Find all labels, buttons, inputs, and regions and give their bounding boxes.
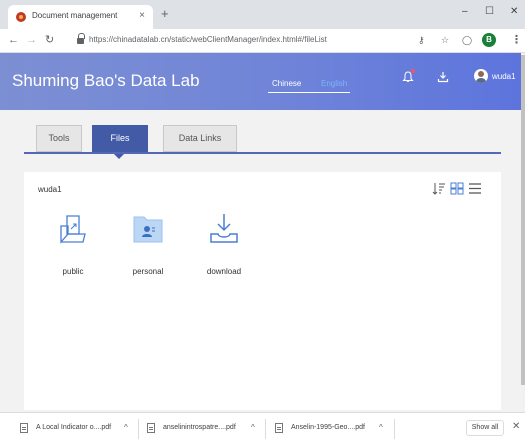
browser-tabstrip: Document management × + – ☐ ✕: [0, 0, 525, 29]
download-filename: Anselin-1995-Geo....pdf: [291, 424, 365, 431]
chevron-up-icon[interactable]: ^: [124, 423, 128, 432]
username[interactable]: wuda1: [492, 72, 516, 81]
share-folder-icon: [60, 215, 86, 244]
file-label: public: [62, 267, 84, 276]
pdf-file-icon: [147, 423, 155, 433]
divider: [265, 419, 266, 439]
forward-arrow-icon[interactable]: →: [26, 34, 37, 46]
divider: [394, 419, 395, 439]
download-filename: anselinintrospatre....pdf: [163, 424, 236, 431]
browser-toolbar: ← → ↻ https://chinadatalab.cn/static/web…: [0, 29, 525, 53]
circle-icon[interactable]: ◯: [462, 34, 472, 46]
sort-icon[interactable]: [432, 182, 446, 195]
key-icon[interactable]: ⚷: [418, 34, 425, 46]
site-title: Shuming Bao's Data Lab: [12, 71, 200, 90]
back-arrow-icon[interactable]: ←: [8, 34, 19, 46]
download-item[interactable]: A Local Indicator o....pdf ^: [20, 421, 135, 438]
file-item-public[interactable]: public: [43, 212, 103, 282]
browser-tab[interactable]: Document management ×: [8, 5, 153, 29]
pdf-file-icon: [275, 423, 283, 433]
file-item-personal[interactable]: personal: [118, 212, 178, 282]
maximize-button[interactable]: ☐: [485, 6, 494, 17]
reload-icon[interactable]: ↻: [45, 34, 54, 46]
user-avatar[interactable]: [474, 69, 488, 83]
site-header: Shuming Bao's Data Lab Chinese English w…: [0, 53, 521, 110]
file-panel: wuda1 public personal download: [24, 172, 501, 410]
tab-files[interactable]: Files: [92, 125, 148, 152]
download-filename: A Local Indicator o....pdf: [36, 424, 112, 431]
lock-icon: [77, 33, 85, 44]
download-tray-icon: [210, 214, 238, 243]
menu-icon[interactable]: ⋮: [511, 33, 522, 46]
grid-view-icon[interactable]: [450, 182, 464, 195]
tab-tools[interactable]: Tools: [36, 125, 82, 152]
chevron-up-icon[interactable]: ^: [251, 423, 255, 432]
main-content: Tools Files Data Links wuda1 public pers…: [0, 110, 521, 412]
download-item[interactable]: Anselin-1995-Geo....pdf ^: [275, 421, 390, 438]
profile-avatar[interactable]: B: [482, 33, 496, 47]
minimize-button[interactable]: –: [462, 6, 468, 17]
tab-data-links[interactable]: Data Links: [163, 125, 237, 152]
file-item-download[interactable]: download: [194, 212, 254, 282]
notification-dot: [411, 69, 415, 73]
scrollbar-thumb[interactable]: [521, 55, 525, 385]
list-view-icon[interactable]: [468, 182, 482, 195]
language-underline: [268, 92, 350, 93]
download-item[interactable]: anselinintrospatre....pdf ^: [147, 421, 262, 438]
file-label: personal: [132, 267, 164, 276]
tab-close-icon[interactable]: ×: [139, 10, 145, 21]
divider: [138, 419, 139, 439]
star-icon[interactable]: ☆: [441, 34, 449, 46]
tab-title: Document management: [32, 11, 118, 20]
page-scrollbar[interactable]: [521, 53, 525, 412]
site-favicon-icon: [16, 12, 26, 22]
close-downloads-icon[interactable]: ✕: [512, 421, 520, 432]
show-all-button[interactable]: Show all: [466, 420, 504, 436]
url-text[interactable]: https://chinadatalab.cn/static/webClient…: [89, 35, 327, 44]
personal-folder-icon: [133, 216, 163, 243]
chevron-up-icon[interactable]: ^: [379, 423, 383, 432]
file-label: download: [206, 267, 242, 276]
tabs-underline: [24, 152, 501, 154]
pdf-file-icon: [20, 423, 28, 433]
breadcrumb[interactable]: wuda1: [38, 185, 62, 194]
download-icon[interactable]: [437, 71, 449, 83]
language-english[interactable]: English: [321, 79, 347, 88]
downloads-bar: A Local Indicator o....pdf ^ anselinintr…: [0, 412, 525, 444]
language-chinese[interactable]: Chinese: [272, 79, 301, 88]
active-tab-caret: [114, 154, 124, 159]
address-bar[interactable]: https://chinadatalab.cn/static/webClient…: [77, 32, 469, 49]
new-tab-button[interactable]: +: [161, 7, 169, 21]
close-window-button[interactable]: ✕: [510, 6, 518, 17]
